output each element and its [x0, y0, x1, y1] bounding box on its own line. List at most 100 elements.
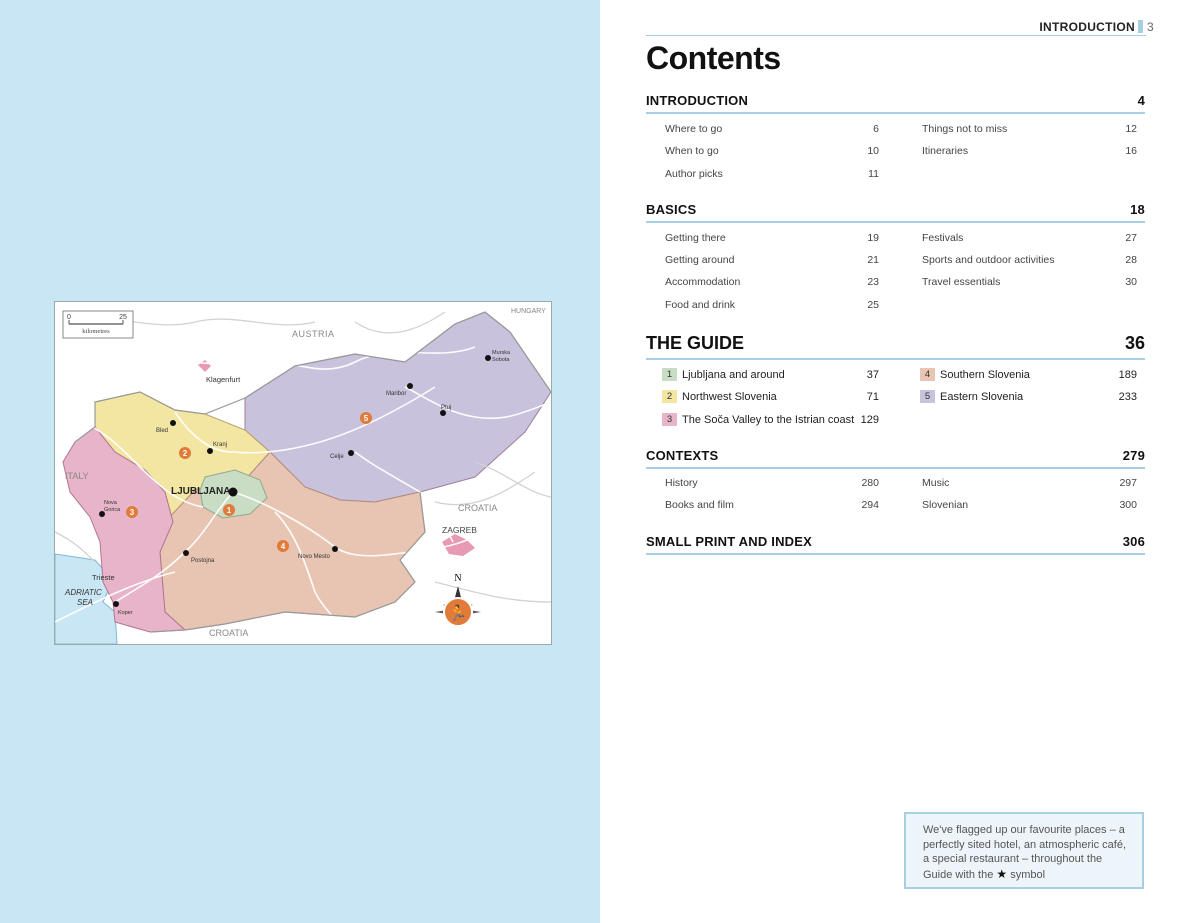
- section-page: 4: [1137, 93, 1145, 108]
- label-celje: Celje: [330, 454, 344, 460]
- zagreb-area: [442, 534, 475, 556]
- toc-label: The Soča Valley to the Istrian coast: [682, 414, 855, 426]
- toc-label: Slovenian: [922, 499, 969, 511]
- header-rule: [646, 35, 1146, 36]
- toc-label: Music: [922, 477, 950, 489]
- section-title: SMALL PRINT AND INDEX: [646, 534, 812, 549]
- section-title: CONTEXTS: [646, 448, 719, 463]
- region-marker-1-label: 1: [227, 506, 232, 515]
- running-header: INTRODUCTION 3: [1039, 20, 1154, 34]
- region-marker-5-label: 5: [364, 414, 369, 423]
- label-austria: AUSTRIA: [292, 329, 335, 339]
- city-dot-koper: [113, 601, 119, 607]
- section-small-print[interactable]: SMALL PRINT AND INDEX 306: [646, 531, 1145, 555]
- toc-page: 11: [868, 168, 879, 180]
- section-basics[interactable]: BASICS 18: [646, 199, 1145, 223]
- label-koper: Koper: [118, 610, 133, 616]
- section-page: 36: [1124, 333, 1145, 353]
- label-trieste: Trieste: [92, 573, 115, 582]
- toc-label: Travel essentials: [922, 276, 1001, 288]
- toc-label: Author picks: [665, 168, 723, 180]
- page-number: 3: [1147, 20, 1154, 34]
- scale-max: 25: [119, 314, 127, 321]
- section-page: 306: [1122, 534, 1145, 549]
- city-dot-murska-sobota: [485, 355, 491, 361]
- toc-label: Food and drink: [665, 299, 736, 311]
- label-croatia-south: CROATIA: [209, 628, 248, 638]
- section-title: BASICS: [646, 202, 697, 217]
- label-postojna: Postojna: [191, 558, 215, 564]
- star-icon: ★: [996, 866, 1008, 881]
- toc-page: 28: [1125, 254, 1137, 266]
- city-dot-kranj: [207, 448, 213, 454]
- page-title: Contents: [646, 40, 781, 76]
- toc-label: Eastern Slovenia: [940, 391, 1024, 403]
- city-dot-postojna: [183, 550, 189, 556]
- label-novo-mesto: Novo Mesto: [298, 554, 331, 560]
- section-title: INTRODUCTION: [646, 93, 749, 108]
- toc-label: Things not to miss: [922, 123, 1008, 135]
- toc-label: Northwest Slovenia: [682, 391, 777, 403]
- city-dot-celje: [348, 450, 354, 456]
- label-nova-2: Gorica: [104, 507, 121, 513]
- label-klagenfurt: Klagenfurt: [206, 375, 241, 384]
- scale-bar: 0 25 kilometres: [62, 310, 134, 339]
- toc-page: 16: [1125, 145, 1137, 157]
- toc-page: 19: [867, 232, 879, 244]
- label-sea-2: SEA: [77, 598, 93, 607]
- toc-label: Itineraries: [922, 145, 969, 157]
- label-maribor: Maribor: [386, 391, 406, 397]
- toc-label: When to go: [665, 145, 719, 157]
- slovenia-region-map: 0 25 kilometres AUSTRIA HUNGARY ITALY CR…: [54, 301, 552, 645]
- toc-label: Festivals: [922, 232, 964, 244]
- label-italy: ITALY: [65, 471, 89, 481]
- toc-page: 23: [867, 276, 879, 288]
- left-page: 0 25 kilometres AUSTRIA HUNGARY ITALY CR…: [0, 0, 600, 923]
- scale-zero: 0: [67, 314, 71, 321]
- toc-page: 12: [1125, 123, 1137, 135]
- toc-label: History: [665, 477, 698, 489]
- toc-page: 10: [867, 145, 879, 157]
- toc-label: Southern Slovenia: [940, 369, 1030, 381]
- chapter-number-badge: 2: [662, 390, 677, 403]
- section-the-guide[interactable]: THE GUIDE 36: [646, 330, 1145, 360]
- toc-page: 300: [1119, 499, 1137, 511]
- chapter-number-badge: 4: [920, 368, 935, 381]
- label-ptuj: Ptuj: [441, 405, 451, 411]
- city-dot-novo-mesto: [332, 546, 338, 552]
- section-introduction[interactable]: INTRODUCTION 4: [646, 90, 1145, 114]
- toc-label: Getting there: [665, 232, 726, 244]
- toc-page: 233: [1118, 391, 1137, 403]
- toc-label: Where to go: [665, 123, 723, 135]
- favourites-note: We've flagged up our favourite places – …: [904, 812, 1144, 889]
- klagenfurt-area: [198, 360, 211, 372]
- label-zagreb: ZAGREB: [442, 525, 477, 535]
- toc-page: 129: [860, 414, 879, 426]
- compass-runner-icon: 🏃: [449, 604, 468, 622]
- toc-page: 297: [1119, 477, 1137, 489]
- toc-label: Ljubljana and around: [682, 369, 785, 381]
- label-nova-1: Nova: [104, 500, 118, 506]
- running-header-label: INTRODUCTION: [1039, 20, 1136, 34]
- toc-page: 294: [861, 499, 879, 511]
- toc-page: 21: [867, 254, 879, 266]
- toc-page: 71: [866, 391, 879, 403]
- region-marker-3-label: 3: [130, 508, 135, 517]
- label-kranj: Kranj: [213, 442, 227, 448]
- city-dot-maribor: [407, 383, 413, 389]
- toc-page: 280: [861, 477, 879, 489]
- compass-rose: 🏃 N: [435, 573, 481, 627]
- label-hungary: HUNGARY: [511, 308, 546, 315]
- label-ljubljana: LJUBLJANA: [171, 486, 230, 497]
- toc-label: Books and film: [665, 499, 734, 511]
- toc-page: 189: [1118, 369, 1137, 381]
- section-page: 18: [1130, 202, 1145, 217]
- scale-unit: kilometres: [82, 328, 110, 335]
- compass-n: N: [454, 573, 461, 584]
- region-marker-2-label: 2: [183, 449, 188, 458]
- toc-label: Getting around: [665, 254, 735, 266]
- section-contexts[interactable]: CONTEXTS 279: [646, 445, 1145, 469]
- header-bar: [1138, 20, 1144, 33]
- label-bled: Bled: [156, 428, 168, 434]
- toc-page: 37: [866, 369, 879, 381]
